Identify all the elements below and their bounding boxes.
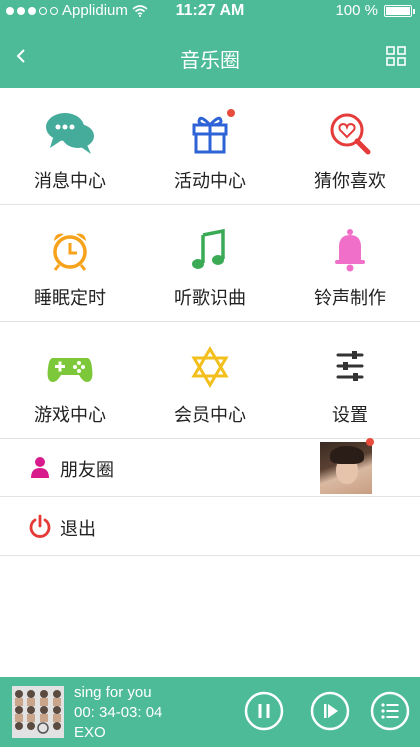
battery-group: 100 % [335,2,415,19]
heart-magnifier-icon [330,113,371,155]
notification-badge [366,438,374,446]
album-art[interactable] [12,686,64,738]
header: Applidium 11:27 AM 100 % 音乐圈 [0,0,420,88]
bell-icon [335,229,365,272]
grid-label: 消息中心 [34,171,106,191]
player-bar: sing for you 00: 34-03: 04 EXO [0,677,420,747]
playlist-icon [381,703,399,719]
grid-label: 听歌识曲 [174,288,246,308]
grid-icon [386,46,406,66]
battery-percent: 100 % [335,2,378,19]
grid-cell-ringtone[interactable]: 铃声制作 [280,205,420,321]
grid-cell-membership[interactable]: 会员中心 [140,322,280,438]
star-of-david-icon [191,346,229,388]
next-track-button[interactable] [310,691,350,731]
alarm-clock-icon [53,233,87,271]
music-note-icon [192,228,225,269]
person-icon [31,457,49,478]
grid-label: 活动中心 [174,171,246,191]
battery-icon [384,4,415,17]
pause-icon [258,704,270,718]
page-title: 音乐圈 [180,50,240,72]
status-bar: Applidium 11:27 AM 100 % [0,0,420,22]
skip-forward-icon [324,704,338,718]
gift-icon [192,116,228,154]
list-item-label: 退出 [60,519,96,539]
chat-bubbles-icon [46,113,94,154]
pause-button[interactable] [244,691,284,731]
playlist-button[interactable] [370,691,410,731]
grid-cell-recommend[interactable]: 猜你喜欢 [280,88,420,204]
song-title: sing for you [74,684,152,701]
grid-label: 会员中心 [174,405,246,425]
grid-cell-messages[interactable]: 消息中心 [0,88,140,204]
grid-cell-events[interactable]: 活动中心 [140,88,280,204]
grid-cell-settings[interactable]: 设置 [280,322,420,438]
grid-label: 睡眠定时 [34,288,106,308]
grid-label: 铃声制作 [314,288,386,308]
notification-badge [227,109,235,117]
grid-label: 游戏中心 [34,405,106,425]
list-item-label: 朋友圈 [60,460,114,480]
grid-cell-song-recognition[interactable]: 听歌识曲 [140,205,280,321]
grid-row-1: 消息中心 活动中心 猜你喜欢 [0,88,420,205]
song-artist: EXO [74,724,106,741]
grid-cell-sleep-timer[interactable]: 睡眠定时 [0,205,140,321]
gamepad-icon [47,358,93,382]
grid-row-3: 游戏中心 会员中心 设置 [0,322,420,439]
grid-row-2: 睡眠定时 听歌识曲 铃声制作 [0,205,420,322]
list-item-friends[interactable]: 朋友圈 [0,438,420,497]
grid-label: 设置 [332,405,368,425]
grid-menu-button[interactable] [386,46,406,66]
power-icon [29,514,51,538]
album-art-image [12,686,64,738]
song-time: 00: 34-03: 04 [74,704,163,721]
friend-avatar [320,442,372,494]
grid-label: 猜你喜欢 [314,171,386,191]
settings-sliders-icon [336,351,364,381]
grid-cell-games[interactable]: 游戏中心 [0,322,140,438]
list-item-logout[interactable]: 退出 [0,497,420,556]
